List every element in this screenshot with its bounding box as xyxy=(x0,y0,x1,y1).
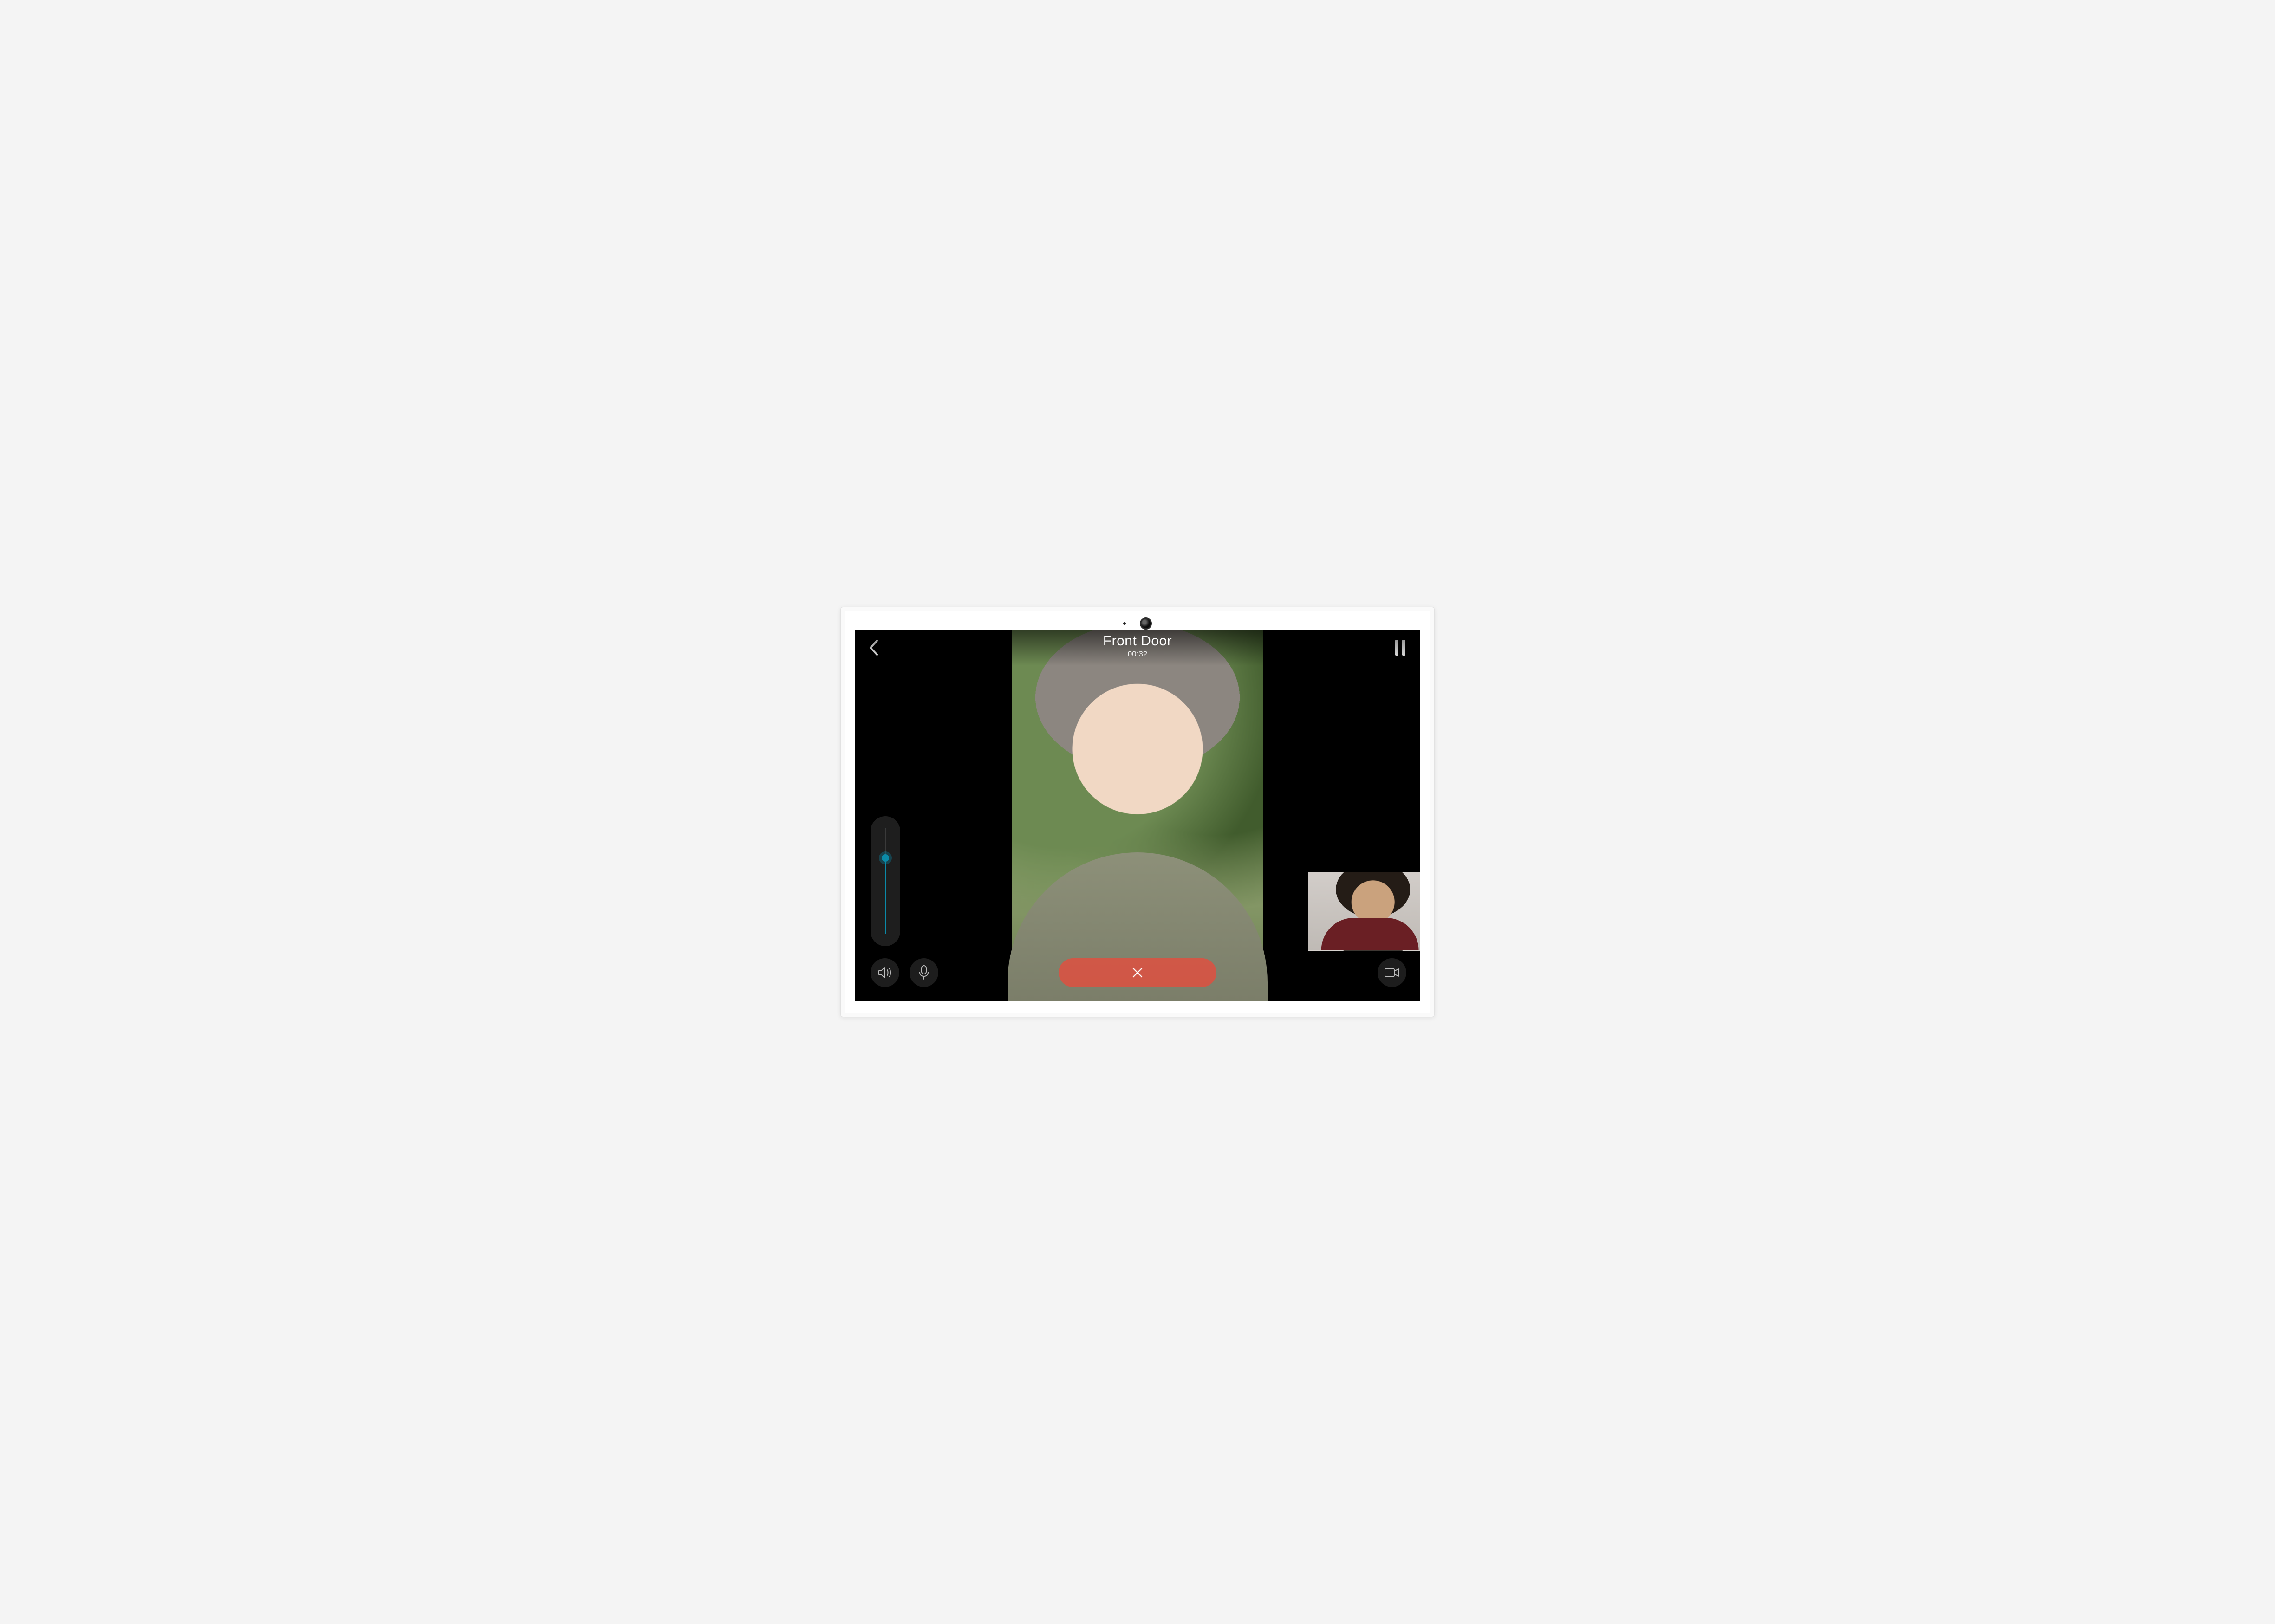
call-header: Front Door 00:32 xyxy=(855,630,1420,666)
device-camera xyxy=(1123,617,1152,630)
microphone-icon xyxy=(918,965,930,981)
close-icon xyxy=(1131,966,1144,979)
call-source-label: Front Door xyxy=(1103,633,1172,650)
camera-toggle-button[interactable] xyxy=(1378,958,1406,987)
app-screen: Front Door 00:32 xyxy=(855,630,1420,1001)
video-camera-icon xyxy=(1384,967,1400,978)
volume-knob[interactable] xyxy=(882,854,889,862)
speaker-icon xyxy=(878,966,892,980)
volume-slider[interactable] xyxy=(871,816,900,946)
tablet-frame: Front Door 00:32 xyxy=(840,607,1435,1017)
self-video-thumbnail[interactable] xyxy=(1308,872,1420,951)
remote-video-feed xyxy=(1012,630,1263,1001)
call-timer: 00:32 xyxy=(1103,650,1172,659)
microphone-button[interactable] xyxy=(910,958,938,987)
end-call-button[interactable] xyxy=(1059,958,1216,987)
speaker-button[interactable] xyxy=(871,958,899,987)
